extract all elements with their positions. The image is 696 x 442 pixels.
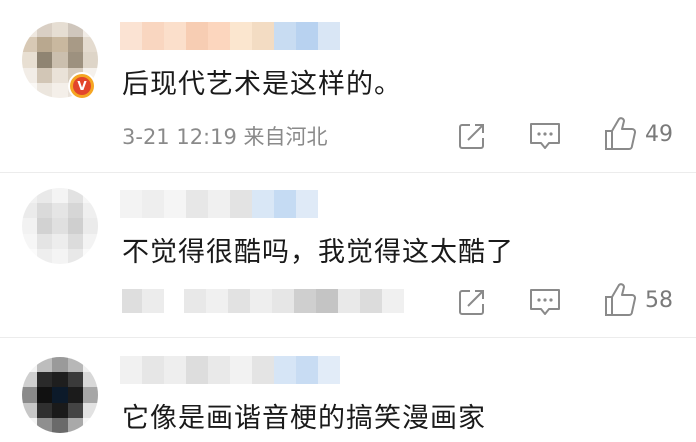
share-icon[interactable]: [456, 286, 488, 318]
like-count: 49: [645, 122, 673, 147]
username-redacted[interactable]: [120, 22, 340, 50]
thumbs-up-icon[interactable]: [603, 116, 637, 152]
comment-icon[interactable]: [528, 287, 562, 317]
verified-badge-label: V: [73, 77, 91, 95]
comment-time-location-redacted: [122, 289, 404, 313]
comment-text: 后现代艺术是这样的。: [122, 69, 402, 100]
comment-text: 它像是画谐音梗的搞笑漫画家: [122, 403, 486, 434]
thumbs-up-icon[interactable]: [603, 282, 637, 318]
username-redacted[interactable]: [120, 190, 318, 218]
username-redacted[interactable]: [120, 356, 340, 384]
avatar[interactable]: [22, 357, 98, 433]
divider: [0, 337, 696, 338]
comment-item: V 后现代艺术是这样的。 3-21 12:19 来自河北 49: [0, 0, 696, 170]
verified-badge-icon: V: [68, 72, 96, 100]
share-icon[interactable]: [456, 120, 488, 152]
like-count: 58: [645, 288, 673, 313]
avatar[interactable]: [22, 188, 98, 264]
comment-time-location: 3-21 12:19 来自河北: [122, 125, 328, 149]
comment-icon[interactable]: [528, 121, 562, 151]
divider: [0, 172, 696, 173]
comment-text: 不觉得很酷吗，我觉得这太酷了: [122, 237, 514, 268]
